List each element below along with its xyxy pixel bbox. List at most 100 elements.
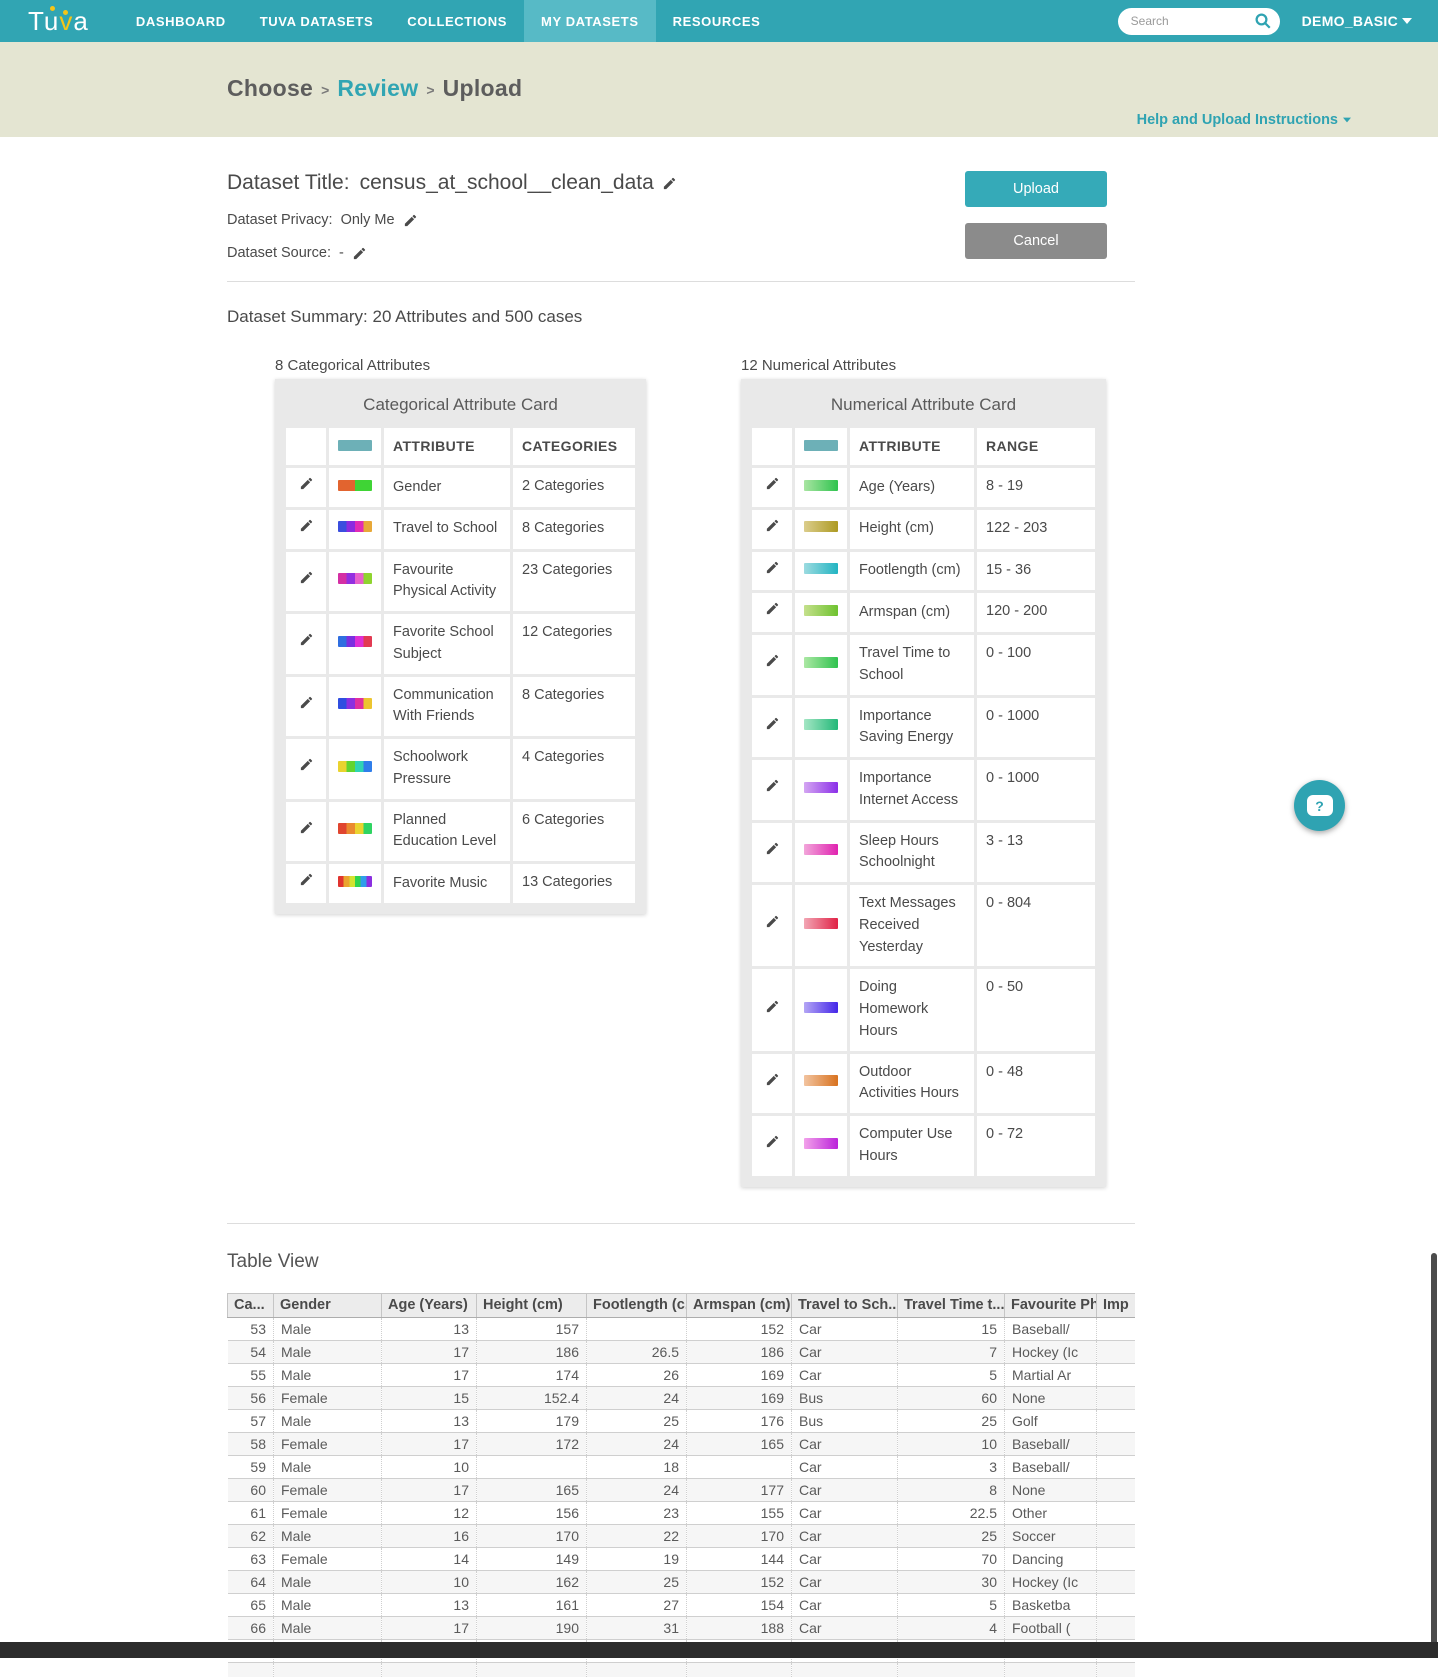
footer-bar bbox=[0, 1642, 1438, 1658]
page-scrollbar-thumb[interactable] bbox=[1431, 1253, 1437, 1653]
attribute-value: 6 Categories bbox=[513, 801, 635, 861]
edit-attribute-pencil-icon[interactable] bbox=[299, 632, 314, 647]
table-cell: 15 bbox=[381, 1386, 477, 1410]
table-cell: 179 bbox=[476, 1409, 587, 1433]
swatch-cell bbox=[329, 509, 381, 549]
edit-attribute-cell bbox=[752, 635, 792, 695]
table-cell bbox=[586, 1317, 687, 1341]
table-cell: 56 bbox=[227, 1386, 274, 1410]
edit-attribute-pencil-icon[interactable] bbox=[299, 757, 314, 772]
table-cell: 3 bbox=[897, 1455, 1005, 1479]
numerical-row-travel-time-to-school: Travel Time to School 0 - 100 bbox=[752, 635, 1095, 695]
nav-item-collections[interactable]: COLLECTIONS bbox=[390, 0, 524, 42]
table-row: 56 Female 15 152.4 24 169 Bus 60 None bbox=[227, 1386, 1135, 1410]
help-chat-button[interactable]: ? bbox=[1294, 780, 1345, 831]
nav-item-tuva-datasets[interactable]: TUVA DATASETS bbox=[243, 0, 390, 42]
nav-menu: DASHBOARD TUVA DATASETS COLLECTIONS MY DATA… bbox=[119, 0, 778, 42]
table-cell: 22 bbox=[586, 1524, 687, 1548]
edit-attribute-pencil-icon[interactable] bbox=[765, 999, 780, 1014]
help-and-upload-instructions-link[interactable]: Help and Upload Instructions bbox=[1137, 112, 1352, 128]
attribute-name: Footlength (cm) bbox=[850, 551, 974, 591]
user-menu[interactable]: DEMO_BASIC bbox=[1302, 13, 1412, 29]
edit-title-pencil-icon[interactable] bbox=[662, 176, 677, 191]
attribute-color-swatch bbox=[338, 479, 372, 491]
edit-source-pencil-icon[interactable] bbox=[352, 246, 367, 261]
edit-attribute-pencil-icon[interactable] bbox=[765, 914, 780, 929]
edit-attribute-pencil-icon[interactable] bbox=[299, 872, 314, 887]
attribute-color-swatch bbox=[804, 656, 838, 668]
search-box[interactable] bbox=[1117, 7, 1280, 35]
table-cell: 14 bbox=[381, 1547, 477, 1571]
table-row: 62 Male 16 170 22 170 Car 25 Soccer bbox=[227, 1524, 1135, 1548]
table-cell: 18 bbox=[586, 1455, 687, 1479]
table-cell: 13 bbox=[381, 1593, 477, 1617]
edit-attribute-pencil-icon[interactable] bbox=[765, 601, 780, 616]
empty-cell bbox=[752, 428, 792, 465]
table-cell bbox=[1096, 1662, 1135, 1677]
edit-attribute-pencil-icon[interactable] bbox=[299, 570, 314, 585]
table-cell: 17 bbox=[381, 1363, 477, 1387]
table-cell: 169 bbox=[686, 1363, 792, 1387]
section-divider bbox=[227, 1222, 1135, 1224]
edit-privacy-pencil-icon[interactable] bbox=[403, 213, 418, 228]
table-cell bbox=[586, 1662, 687, 1677]
table-cell bbox=[686, 1662, 792, 1677]
edit-attribute-pencil-icon[interactable] bbox=[765, 476, 780, 491]
categorical-row-travel-to-school: Travel to School 8 Categories bbox=[286, 509, 635, 549]
numerical-count-label: 12 Numerical Attributes bbox=[741, 357, 897, 374]
numerical-row-sleep-hours-schoolnight: Sleep Hours Schoolnight 3 - 13 bbox=[752, 822, 1095, 882]
dataset-title-line: Dataset Title: census_at_school__clean_d… bbox=[227, 171, 677, 195]
dataset-header: Dataset Title: census_at_school__clean_d… bbox=[227, 171, 1135, 261]
categorical-card-block: 8 Categorical Attributes Categorical Att… bbox=[275, 357, 646, 914]
table-cell: 25 bbox=[586, 1570, 687, 1594]
table-cell bbox=[1096, 1340, 1135, 1364]
table-cell: Football ( bbox=[1004, 1616, 1097, 1640]
attribute-color-swatch bbox=[338, 875, 372, 887]
edit-attribute-pencil-icon[interactable] bbox=[299, 820, 314, 835]
nav-item-my-datasets[interactable]: MY DATASETS bbox=[524, 0, 656, 42]
table-cell: 62 bbox=[227, 1524, 274, 1548]
attribute-value: 2 Categories bbox=[513, 468, 635, 507]
table-cell: 58 bbox=[227, 1432, 274, 1456]
attribute-name: Planned Education Level bbox=[384, 801, 510, 861]
table-cell: 24 bbox=[586, 1386, 687, 1410]
cancel-button[interactable]: Cancel bbox=[965, 223, 1107, 259]
edit-attribute-pencil-icon[interactable] bbox=[765, 841, 780, 856]
table-row: 61 Female 12 156 23 155 Car 22.5 Other bbox=[227, 1501, 1135, 1525]
top-navigation: Tuva DASHBOARD TUVA DATASETS COLLECTIONS MY… bbox=[0, 0, 1438, 42]
search-input[interactable] bbox=[1130, 14, 1254, 28]
dataset-privacy-label: Dataset Privacy: bbox=[227, 212, 333, 228]
breadcrumb-step-upload[interactable]: Upload bbox=[443, 75, 523, 102]
numerical-row-computer-use-hours: Computer Use Hours 0 - 72 bbox=[752, 1116, 1095, 1176]
table-cell: 188 bbox=[686, 1616, 792, 1640]
dataset-summary: Dataset Summary: 20 Attributes and 500 c… bbox=[227, 307, 583, 326]
nav-item-resources[interactable]: RESOURCES bbox=[656, 0, 778, 42]
table-cell bbox=[686, 1455, 792, 1479]
table-cell: Female bbox=[273, 1386, 382, 1410]
upload-button[interactable]: Upload bbox=[965, 171, 1107, 207]
edit-attribute-pencil-icon[interactable] bbox=[765, 1072, 780, 1087]
edit-attribute-pencil-icon[interactable] bbox=[299, 476, 314, 491]
edit-attribute-pencil-icon[interactable] bbox=[299, 695, 314, 710]
edit-attribute-pencil-icon[interactable] bbox=[299, 518, 314, 533]
dataset-title-label: Dataset Title: bbox=[227, 171, 350, 194]
edit-attribute-pencil-icon[interactable] bbox=[765, 560, 780, 575]
attribute-color-swatch bbox=[804, 440, 838, 451]
edit-attribute-pencil-icon[interactable] bbox=[765, 1134, 780, 1149]
search-icon[interactable] bbox=[1254, 12, 1272, 30]
nav-item-dashboard[interactable]: DASHBOARD bbox=[119, 0, 243, 42]
breadcrumb-step-choose[interactable]: Choose bbox=[227, 75, 313, 102]
table-cell: 65 bbox=[227, 1593, 274, 1617]
table-cell: Baseball/ bbox=[1004, 1455, 1097, 1479]
table-cell: Car bbox=[791, 1616, 898, 1640]
attribute-color-swatch bbox=[338, 760, 372, 772]
attribute-color-swatch bbox=[804, 719, 838, 731]
edit-attribute-pencil-icon[interactable] bbox=[765, 716, 780, 731]
tuva-logo[interactable]: Tuva bbox=[28, 0, 89, 42]
breadcrumb-step-review[interactable]: Review bbox=[337, 75, 418, 102]
edit-attribute-pencil-icon[interactable] bbox=[765, 778, 780, 793]
table-cell: Golf bbox=[1004, 1409, 1097, 1433]
edit-attribute-pencil-icon[interactable] bbox=[765, 518, 780, 533]
edit-attribute-pencil-icon[interactable] bbox=[765, 653, 780, 668]
table-cell: Female bbox=[273, 1501, 382, 1525]
